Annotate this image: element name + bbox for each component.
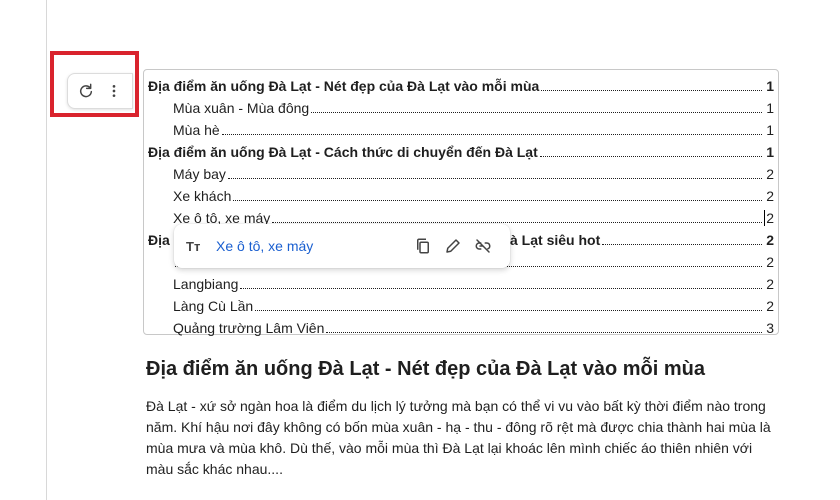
toc-entry[interactable]: Xe khách 2 (148, 183, 774, 205)
toc-page-number: 2 (766, 166, 774, 182)
toc-entry-text: Địa (148, 232, 170, 248)
toc-leader-dots (326, 331, 762, 333)
copy-icon (417, 238, 429, 254)
toc-leader-dots (221, 133, 762, 135)
toc-entry-text: Địa điểm ăn uống Đà Lạt - Cách thức di c… (148, 144, 538, 160)
text-style-icon[interactable]: Tт (186, 239, 216, 254)
toc-leader-dots (272, 221, 762, 223)
toc-entry[interactable]: Mùa hè 1 (148, 117, 774, 139)
unlink-icon (475, 239, 491, 253)
link-text[interactable]: Xe ô tô, xe máy (216, 238, 408, 254)
link-popup: Tт Xe ô tô, xe máy (174, 224, 510, 268)
toc-leader-dots (541, 89, 762, 91)
toc-leader-dots (602, 243, 763, 245)
toc-page-number: 3 (766, 320, 774, 336)
toc-page-number: 2 (766, 232, 775, 248)
toc-page-number: 1 (766, 144, 774, 160)
toc-entry[interactable]: Langbiang 2 (148, 271, 774, 293)
toc-page-number: 1 (766, 122, 774, 138)
toc-entry-text: Quảng trường Lâm Viên (173, 320, 325, 336)
toc-entry[interactable]: Quảng trường Lâm Viên 3 (148, 315, 774, 337)
section-heading: Địa điểm ăn uống Đà Lạt - Nét đẹp của Đà… (146, 358, 705, 380)
toc-page-number-value: 2 (766, 210, 774, 226)
toc-leader-dots (255, 309, 762, 311)
toc-entry-text: Địa điểm ăn uống Đà Lạt - Nét đẹp của Đà… (148, 78, 540, 94)
edit-link-button[interactable] (438, 231, 468, 261)
toc-leader-dots (233, 199, 762, 201)
toc-entry[interactable]: Làng Cù Lần 2 (148, 293, 774, 315)
toc-page-number: 1 (766, 100, 774, 116)
toc-entry-text: Làng Cù Lần (173, 298, 254, 314)
toc-page-number: 2 (766, 254, 774, 270)
toc-leader-dots (240, 287, 762, 289)
remove-link-button[interactable] (468, 231, 498, 261)
toc-leader-dots (539, 155, 762, 157)
toc-page-number: 2 (766, 276, 774, 292)
toc-entry[interactable]: Máy bay 2 (148, 161, 774, 183)
toc-leader-dots (227, 177, 762, 179)
toc-page-number: 1 (766, 78, 774, 94)
body-paragraph: Đà Lạt - xứ sở ngàn hoa là điểm du lịch … (146, 398, 771, 477)
toc-page-number: 2 (766, 298, 774, 314)
toc-page-number: 2 (766, 188, 774, 204)
toc-page-number: 2 (764, 209, 774, 227)
toc-entry[interactable]: Địa điểm ăn uống Đà Lạt - Cách thức di c… (148, 139, 774, 161)
toc-entry-text: Mùa xuân - Mùa đông (173, 100, 310, 116)
highlight-annotation-box (50, 51, 139, 117)
toc-entry-text: Langbiang (173, 276, 239, 292)
copy-link-button[interactable] (408, 231, 438, 261)
table-of-contents[interactable]: Địa điểm ăn uống Đà Lạt - Nét đẹp của Đà… (143, 69, 779, 337)
toc-entry[interactable]: Mùa xuân - Mùa đông 1 (148, 95, 774, 117)
page-margin (0, 0, 46, 500)
toc-leader-dots (311, 111, 762, 113)
toc-entry-text: Mùa hè (173, 122, 220, 138)
toc-entry-text: Xe khách (173, 188, 232, 204)
edit-pencil-icon (446, 239, 460, 253)
toc-entry[interactable]: Địa điểm ăn uống Đà Lạt - Nét đẹp của Đà… (148, 73, 774, 95)
toc-entry-text: Máy bay (173, 166, 226, 182)
